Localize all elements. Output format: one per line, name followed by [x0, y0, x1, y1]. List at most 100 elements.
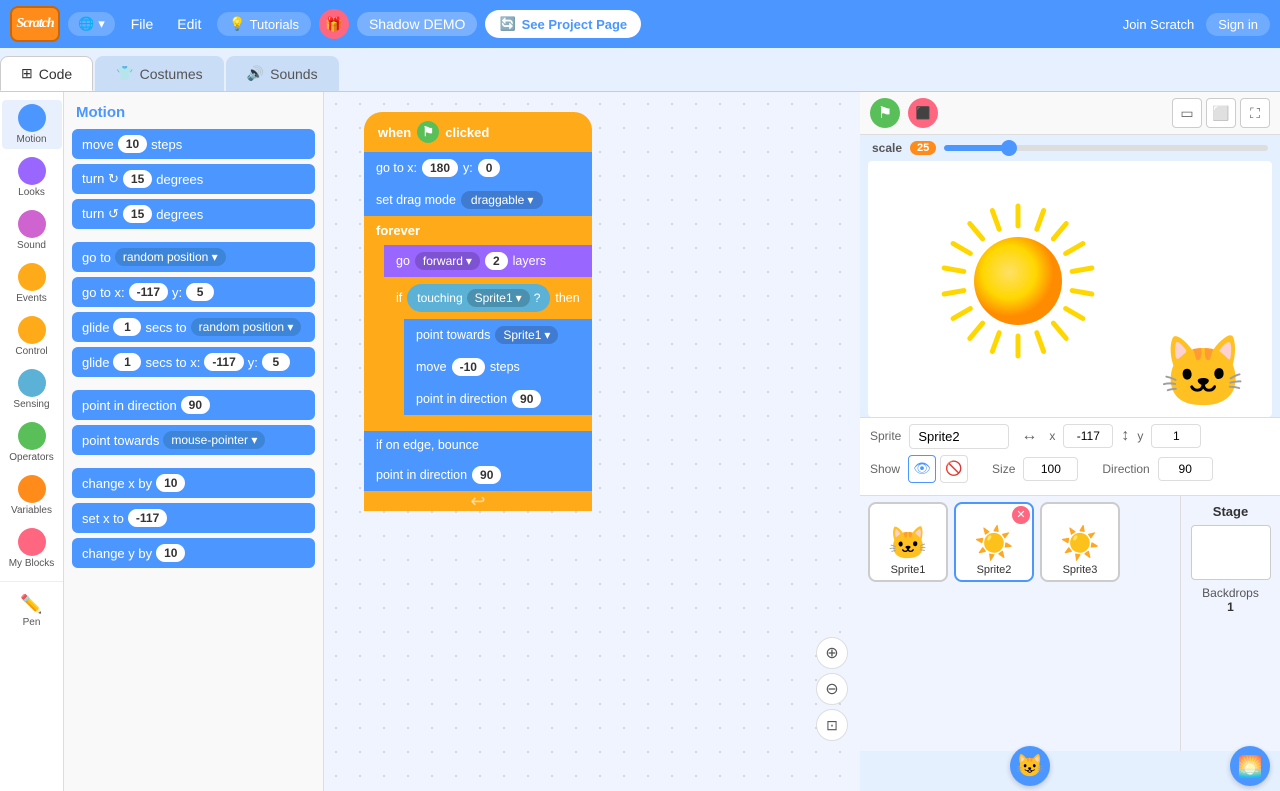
- file-menu[interactable]: File: [123, 12, 162, 36]
- point-dir-end-block[interactable]: point in direction 90: [364, 459, 592, 491]
- edit-menu[interactable]: Edit: [169, 12, 209, 36]
- fullscreen-stage-button[interactable]: ⛶: [1240, 98, 1270, 128]
- blocks-panel-title: Motion: [72, 100, 315, 129]
- zoom-controls: ⊕ ⊖ ⊡: [816, 637, 848, 741]
- x-coord-input[interactable]: [1063, 424, 1113, 448]
- block-turn-cw[interactable]: turn ↻ 15 degrees: [72, 164, 315, 194]
- cat-pen[interactable]: ✏️ Pen: [2, 590, 62, 632]
- small-stage-button[interactable]: ▭: [1172, 98, 1202, 128]
- project-name-field[interactable]: Shadow DEMO: [357, 12, 477, 36]
- forever-inner: go forward ▾ 2 layers if touching: [384, 245, 592, 431]
- cat-myblocks[interactable]: My Blocks: [2, 524, 62, 573]
- add-backdrop-button[interactable]: 🌅: [1230, 746, 1270, 786]
- move-steps-block[interactable]: move -10 steps: [404, 351, 592, 383]
- point-sprite-dropdown[interactable]: Sprite1 ▾: [495, 326, 558, 344]
- globe-icon: 🌐: [78, 16, 94, 32]
- sprite1-dropdown[interactable]: Sprite1 ▾: [467, 289, 530, 307]
- dragmode-dropdown[interactable]: draggable ▾: [461, 191, 543, 209]
- dragmode-block[interactable]: set drag mode draggable ▾: [364, 184, 592, 216]
- size-input[interactable]: [1023, 457, 1078, 481]
- stage-small-thumb[interactable]: [1191, 525, 1271, 580]
- edge-bounce-block[interactable]: if on edge, bounce: [364, 431, 592, 459]
- y-coord-input[interactable]: [1151, 424, 1201, 448]
- block-goto-xy[interactable]: go to x: -117 y: 5: [72, 277, 315, 307]
- goto-x-input[interactable]: 180: [422, 159, 458, 177]
- cat-events-label: Events: [16, 293, 47, 304]
- layers-input[interactable]: 2: [485, 252, 508, 270]
- tutorials-btn[interactable]: 💡 Tutorials: [217, 12, 311, 36]
- block-set-x[interactable]: set x to -117: [72, 503, 315, 533]
- fit-screen-button[interactable]: ⊡: [816, 709, 848, 741]
- scale-bar: scale 25: [860, 135, 1280, 161]
- touching-condition[interactable]: touching Sprite1 ▾ ?: [407, 284, 550, 312]
- signin-link[interactable]: Sign in: [1206, 13, 1270, 36]
- hat-block[interactable]: when ⚑ clicked: [364, 112, 592, 152]
- block-move[interactable]: move 10 steps: [72, 129, 315, 159]
- sprite-item-sprite1[interactable]: 🐱 Sprite1: [868, 502, 948, 582]
- cat-control[interactable]: Control: [2, 312, 62, 361]
- stop-icon: ⬛: [916, 106, 931, 120]
- motion-dot: [18, 104, 46, 132]
- point-towards-block[interactable]: point towards Sprite1 ▾: [404, 319, 592, 351]
- show-visible-button[interactable]: 👁: [908, 455, 936, 483]
- forever-block[interactable]: forever go forward ▾ 2 layers: [364, 216, 592, 511]
- categories-sidebar: Motion Looks Sound Events Control Sensin…: [0, 92, 64, 791]
- cat-motion[interactable]: Motion: [2, 100, 62, 149]
- if-bottom: [384, 415, 592, 431]
- large-stage-button[interactable]: ⬜: [1206, 98, 1236, 128]
- cat-looks[interactable]: Looks: [2, 153, 62, 202]
- tab-costumes[interactable]: 👕 Costumes: [95, 56, 223, 91]
- globe-menu[interactable]: 🌐 ▾: [68, 12, 115, 36]
- block-change-y[interactable]: change y by 10: [72, 538, 315, 568]
- stage-view[interactable]: 🐱: [868, 161, 1272, 417]
- go-layers-block[interactable]: go forward ▾ 2 layers: [384, 245, 592, 277]
- block-point-dir[interactable]: point in direction 90: [72, 390, 315, 420]
- block-change-x[interactable]: change x by 10: [72, 468, 315, 498]
- sprite-name-input[interactable]: [909, 424, 1009, 449]
- block-glide-xy[interactable]: glide 1 secs to x: -117 y: 5: [72, 347, 315, 377]
- if-block[interactable]: if touching Sprite1 ▾ ? then: [384, 277, 592, 431]
- cat-sound[interactable]: Sound: [2, 206, 62, 255]
- green-flag-button[interactable]: ⚑: [870, 98, 900, 128]
- sprite-item-sprite2[interactable]: ✕ ☀️ Sprite2: [954, 502, 1034, 582]
- show-hidden-button[interactable]: 🚫: [940, 455, 968, 483]
- cat-variables[interactable]: Variables: [2, 471, 62, 520]
- forward-dropdown[interactable]: forward ▾: [415, 252, 480, 270]
- point-dir-inner-block[interactable]: point in direction 90: [404, 383, 592, 415]
- block-glide-random[interactable]: glide 1 secs to random position ▾: [72, 312, 315, 342]
- cat-operators[interactable]: Operators: [2, 418, 62, 467]
- move-input[interactable]: -10: [452, 358, 485, 376]
- project-icon: 🎁: [319, 9, 349, 39]
- sprite-name-row: Sprite ↔ x ↕ y: [870, 424, 1270, 449]
- scale-slider-fill: [944, 145, 1009, 151]
- direction-input[interactable]: [1158, 457, 1213, 481]
- block-goto[interactable]: go to random position ▾: [72, 242, 315, 272]
- block-turn-ccw[interactable]: turn ↺ 15 degrees: [72, 199, 315, 229]
- join-link[interactable]: Join Scratch: [1123, 17, 1195, 32]
- goto-y-input[interactable]: 0: [478, 159, 501, 177]
- scratch-logo[interactable]: Scratch: [10, 6, 60, 42]
- tab-sounds[interactable]: 🔊 Sounds: [226, 56, 339, 91]
- dir-end-input[interactable]: 90: [472, 466, 501, 484]
- sprite2-delete[interactable]: ✕: [1012, 506, 1030, 524]
- zoom-in-button[interactable]: ⊕: [816, 637, 848, 669]
- script-area[interactable]: when ⚑ clicked go to x: 180 y: 0 set dra…: [324, 92, 860, 791]
- block-point-towards[interactable]: point towards mouse-pointer ▾: [72, 425, 315, 455]
- blocks-panel: Motion move 10 steps turn ↻ 15 degrees t…: [64, 92, 324, 791]
- stop-button[interactable]: ⬛: [908, 98, 938, 128]
- cat-sensing[interactable]: Sensing: [2, 365, 62, 414]
- control-dot: [18, 316, 46, 344]
- zoom-out-button[interactable]: ⊖: [816, 673, 848, 705]
- goto-xy-block[interactable]: go to x: 180 y: 0: [364, 152, 592, 184]
- scale-slider[interactable]: [944, 145, 1268, 151]
- add-backdrop-icon: 🌅: [1238, 754, 1263, 779]
- script-container: when ⚑ clicked go to x: 180 y: 0 set dra…: [364, 112, 592, 511]
- stage-top-controls: ⚑ ⬛ ▭ ⬜ ⛶: [860, 92, 1280, 135]
- eye-closed-icon: 🚫: [945, 460, 962, 477]
- sprite-item-sprite3[interactable]: ☀️ Sprite3: [1040, 502, 1120, 582]
- cat-events[interactable]: Events: [2, 259, 62, 308]
- see-project-button[interactable]: 🔄 See Project Page: [485, 10, 641, 38]
- dir-input-inner[interactable]: 90: [512, 390, 541, 408]
- tab-code[interactable]: ⊞ Code: [0, 56, 93, 91]
- add-sprite-button[interactable]: 😺: [1010, 746, 1050, 786]
